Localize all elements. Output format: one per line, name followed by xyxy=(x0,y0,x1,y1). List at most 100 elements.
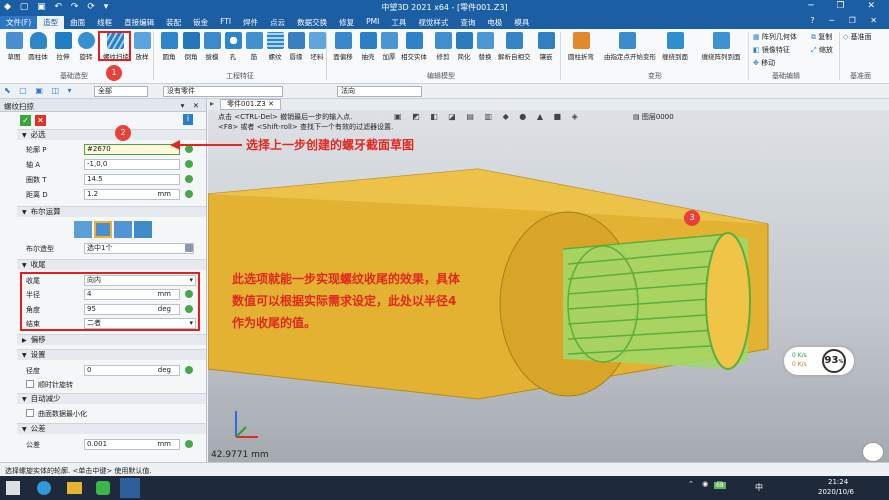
draft-button[interactable]: 拔模 xyxy=(201,32,223,72)
datum-plane-item[interactable]: ◇ 基准面 xyxy=(843,32,872,42)
zw3d-taskbar-icon[interactable] xyxy=(120,478,140,498)
chamfer-icon xyxy=(182,32,200,49)
tab-scroll-icon[interactable]: ▸ xyxy=(210,99,214,108)
view-toolbar[interactable]: ▣ ◩ ◧ ◪ ▤ ▥ ◆ ● ▲ ■ ◈ xyxy=(394,112,582,121)
intersect-body-button[interactable]: 相交实体 xyxy=(401,32,427,72)
pick-icon[interactable] xyxy=(185,175,193,183)
menu-assembly[interactable]: 装配 xyxy=(160,16,187,29)
bool-shape-row: 布尔造型 选中1个 xyxy=(22,243,205,255)
simplify-button[interactable]: 简化 xyxy=(453,32,475,72)
status-text: 选择螺旋实体的轮廓. <单击中键> 使用默认值. xyxy=(5,467,152,475)
bool-base-icon[interactable] xyxy=(74,221,92,238)
mirror-feature-item[interactable]: ◧ 镜像特征 xyxy=(753,45,790,55)
menu-fti[interactable]: FTI xyxy=(214,16,237,29)
lip-icon xyxy=(287,32,305,49)
explorer-icon[interactable] xyxy=(67,482,82,494)
menu-data-exchange[interactable]: 数据交换 xyxy=(291,16,333,29)
reduce-checkbox[interactable] xyxy=(26,409,34,417)
ime-indicator[interactable]: 中 xyxy=(755,482,763,493)
wrap-array-button[interactable]: 缠绕阵列到面 xyxy=(699,32,743,72)
inlay-button[interactable]: 镶嵌 xyxy=(535,32,557,72)
bool-shape-input[interactable]: 选中1个 xyxy=(84,243,194,254)
shell-button[interactable]: 抽壳 xyxy=(357,32,379,72)
section-auto-reduce[interactable]: ▼ 自动减少 xyxy=(17,393,206,404)
menu-shape[interactable]: 造型 xyxy=(37,16,65,29)
array-geometry-item[interactable]: ▦ 阵列几何体 xyxy=(753,32,797,42)
thicken-button[interactable]: 加厚 xyxy=(378,32,400,72)
menu-sheetmetal[interactable]: 钣金 xyxy=(187,16,214,29)
windows-start-icon[interactable] xyxy=(6,481,20,495)
pick-icon[interactable] xyxy=(185,440,193,448)
menu-weld[interactable]: 焊件 xyxy=(237,16,264,29)
wrap-to-face-button[interactable]: 缠绕到面 xyxy=(660,32,690,72)
wechat-icon[interactable] xyxy=(96,481,110,495)
section-tail[interactable]: ▼ 收尾 xyxy=(17,259,206,270)
lip-button[interactable]: 唇缘 xyxy=(285,32,307,72)
deform-from-point-button[interactable]: 由指定点开始变形 xyxy=(604,32,656,72)
menu-query[interactable]: 查询 xyxy=(454,16,481,29)
pick-icon[interactable] xyxy=(185,190,193,198)
bool-subtract-icon[interactable] xyxy=(114,221,132,238)
cylinder-button[interactable]: 圆柱体 xyxy=(27,32,49,72)
hint-line-2: <F8> 或者 <Shift-roll> 查找下一个有效的过滤器设置. xyxy=(218,123,394,131)
cancel-icon[interactable]: ✕ xyxy=(35,115,46,126)
menu-electrode[interactable]: 电极 xyxy=(481,16,508,29)
turns-input[interactable]: 14.5 xyxy=(84,174,180,185)
filter-select[interactable]: 全部 xyxy=(94,86,148,97)
chamfer-button[interactable]: 倒角 xyxy=(180,32,202,72)
bool-intersect-icon[interactable] xyxy=(134,221,152,238)
menu-pmi[interactable]: PMI xyxy=(360,16,385,29)
menu-surface[interactable]: 曲面 xyxy=(64,16,91,29)
select-tools-icon[interactable]: ⬉ ▢ ▣ ◫ ▾ xyxy=(4,86,75,95)
profile-input[interactable]: #2670 xyxy=(84,144,180,155)
fillet-button[interactable]: 圆角 xyxy=(158,32,180,72)
replace-button[interactable]: 替换 xyxy=(474,32,496,72)
thread-button[interactable]: 螺纹 xyxy=(264,32,286,72)
window-controls[interactable]: ─ ❐ ✕ xyxy=(808,1,885,11)
section-tolerance[interactable]: ▼ 公差 xyxy=(17,423,206,434)
menu-mold[interactable]: 模具 xyxy=(508,16,535,29)
tab-part001[interactable]: 零件001.Z3 ✕ xyxy=(220,99,281,110)
hole-button[interactable]: 孔 xyxy=(222,32,244,72)
tab-close-icon[interactable]: ✕ xyxy=(268,100,274,108)
sketch-button[interactable]: 草图 xyxy=(3,32,25,72)
extrude-button[interactable]: 拉伸 xyxy=(52,32,74,72)
pick-icon[interactable] xyxy=(185,160,193,168)
section-settings[interactable]: ▼ 设置 xyxy=(17,349,206,360)
ok-icon[interactable]: ✓ xyxy=(20,115,31,126)
loft-button[interactable]: 放样 xyxy=(131,32,153,72)
rib-button[interactable]: 筋 xyxy=(243,32,265,72)
axis-input[interactable]: -1,0,0 xyxy=(84,159,180,170)
cylinder-bend-button[interactable]: 圆柱折弯 xyxy=(566,32,596,72)
menu-pointcloud[interactable]: 点云 xyxy=(264,16,291,29)
ccw-checkbox[interactable] xyxy=(26,380,34,388)
info-icon[interactable]: i xyxy=(183,114,193,125)
menu-right-icons[interactable]: ? ─ ❐ ✕ xyxy=(804,16,889,29)
part-select[interactable]: 没有零件 xyxy=(163,86,283,97)
resolve-self-intersect-button[interactable]: 解析自相交 xyxy=(498,32,531,72)
stock-button[interactable]: 坯料 xyxy=(306,32,328,72)
menu-tools[interactable]: 工具 xyxy=(385,16,412,29)
direction-select[interactable]: 法向 xyxy=(337,86,422,97)
bool-shape-icon[interactable] xyxy=(185,244,193,252)
menu-wireframe[interactable]: 线框 xyxy=(91,16,118,29)
clock-time: 21:24 xyxy=(828,478,849,486)
menu-visual-style[interactable]: 视觉样式 xyxy=(412,16,454,29)
menu-repair[interactable]: 修复 xyxy=(333,16,360,29)
menu-direct-edit[interactable]: 直接编辑 xyxy=(118,16,160,29)
move-item[interactable]: ✥ 移动 xyxy=(753,58,775,68)
menu-file[interactable]: 文件(F) xyxy=(0,16,38,29)
section-boolean[interactable]: ▼ 布尔运算 xyxy=(17,206,206,217)
panel-close-icon[interactable]: ▾ ✕ xyxy=(181,101,202,110)
layer-indicator[interactable]: ▤ 图层0000 xyxy=(633,112,674,122)
section-offset[interactable]: ▶ 偏移 xyxy=(17,334,206,345)
revolve-button[interactable]: 旋转 xyxy=(75,32,97,72)
face-offset-button[interactable]: 面偏移 xyxy=(330,32,356,72)
assistant-icon[interactable] xyxy=(862,442,884,462)
pick-icon[interactable] xyxy=(185,366,193,374)
scale-item[interactable]: ⤢ 缩放 xyxy=(811,45,833,55)
edge-icon[interactable] xyxy=(37,481,51,495)
bool-add-icon[interactable] xyxy=(94,221,112,238)
copy-item[interactable]: ⧉ 复制 xyxy=(811,32,832,42)
trim-button[interactable]: 修剪 xyxy=(432,32,454,72)
